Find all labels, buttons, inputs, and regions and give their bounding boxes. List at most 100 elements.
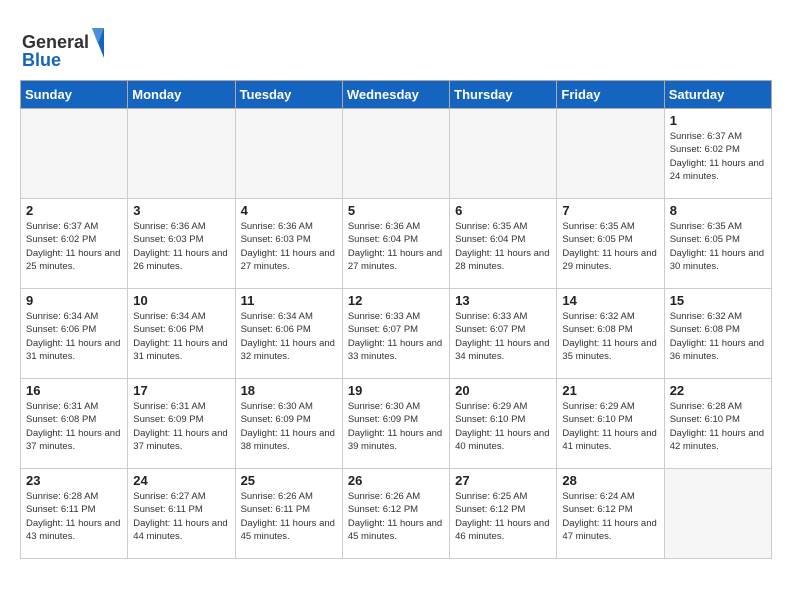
page-header: General Blue xyxy=(20,20,772,70)
calendar-cell: 2 Sunrise: 6:37 AM Sunset: 6:02 PM Daylig… xyxy=(21,199,128,289)
calendar-cell: 8 Sunrise: 6:35 AM Sunset: 6:05 PM Daylig… xyxy=(664,199,771,289)
day-info: Sunrise: 6:35 AM Sunset: 6:05 PM Dayligh… xyxy=(562,220,658,273)
day-number: 10 xyxy=(133,293,229,308)
day-info: Sunrise: 6:36 AM Sunset: 6:04 PM Dayligh… xyxy=(348,220,444,273)
day-number: 21 xyxy=(562,383,658,398)
weekday-header-thursday: Thursday xyxy=(450,81,557,109)
day-info: Sunrise: 6:28 AM Sunset: 6:11 PM Dayligh… xyxy=(26,490,122,543)
calendar-cell: 16Sunrise: 6:31 AM Sunset: 6:08 PM Dayli… xyxy=(21,379,128,469)
weekday-header-row: SundayMondayTuesdayWednesdayThursdayFrid… xyxy=(21,81,772,109)
day-number: 1 xyxy=(670,113,766,128)
calendar-cell xyxy=(557,109,664,199)
day-info: Sunrise: 6:35 AM Sunset: 6:05 PM Dayligh… xyxy=(670,220,766,273)
day-number: 2 xyxy=(26,203,122,218)
calendar-cell: 28 Sunrise: 6:24 AM Sunset: 6:12 PM Dayli… xyxy=(557,469,664,559)
day-info: Sunrise: 6:34 AM Sunset: 6:06 PM Dayligh… xyxy=(133,310,229,363)
calendar-table: SundayMondayTuesdayWednesdayThursdayFrid… xyxy=(20,80,772,559)
calendar-cell xyxy=(128,109,235,199)
day-info: Sunrise: 6:30 AM Sunset: 6:09 PM Dayligh… xyxy=(348,400,444,453)
calendar-cell: 17Sunrise: 6:31 AM Sunset: 6:09 PM Dayli… xyxy=(128,379,235,469)
day-number: 16 xyxy=(26,383,122,398)
day-number: 5 xyxy=(348,203,444,218)
calendar-week-1: 2 Sunrise: 6:37 AM Sunset: 6:02 PM Daylig… xyxy=(21,199,772,289)
calendar-cell xyxy=(21,109,128,199)
weekday-header-sunday: Sunday xyxy=(21,81,128,109)
calendar-week-4: 23 Sunrise: 6:28 AM Sunset: 6:11 PM Dayli… xyxy=(21,469,772,559)
day-number: 27 xyxy=(455,473,551,488)
calendar-cell: 11 Sunrise: 6:34 AM Sunset: 6:06 PM Dayli… xyxy=(235,289,342,379)
day-number: 28 xyxy=(562,473,658,488)
day-info: Sunrise: 6:35 AM Sunset: 6:04 PM Dayligh… xyxy=(455,220,551,273)
calendar-week-0: 1 Sunrise: 6:37 AM Sunset: 6:02 PM Daylig… xyxy=(21,109,772,199)
day-info: Sunrise: 6:31 AM Sunset: 6:09 PM Dayligh… xyxy=(133,400,229,453)
calendar-cell: 18 Sunrise: 6:30 AM Sunset: 6:09 PM Dayli… xyxy=(235,379,342,469)
day-number: 7 xyxy=(562,203,658,218)
calendar-cell: 27 Sunrise: 6:25 AM Sunset: 6:12 PM Dayli… xyxy=(450,469,557,559)
calendar-cell: 22Sunrise: 6:28 AM Sunset: 6:10 PM Dayli… xyxy=(664,379,771,469)
logo: General Blue xyxy=(20,20,110,70)
calendar-cell: 1 Sunrise: 6:37 AM Sunset: 6:02 PM Daylig… xyxy=(664,109,771,199)
day-number: 11 xyxy=(241,293,337,308)
day-info: Sunrise: 6:29 AM Sunset: 6:10 PM Dayligh… xyxy=(562,400,658,453)
day-number: 20 xyxy=(455,383,551,398)
weekday-header-saturday: Saturday xyxy=(664,81,771,109)
day-number: 23 xyxy=(26,473,122,488)
day-info: Sunrise: 6:34 AM Sunset: 6:06 PM Dayligh… xyxy=(26,310,122,363)
day-info: Sunrise: 6:29 AM Sunset: 6:10 PM Dayligh… xyxy=(455,400,551,453)
day-number: 19 xyxy=(348,383,444,398)
day-info: Sunrise: 6:37 AM Sunset: 6:02 PM Dayligh… xyxy=(26,220,122,273)
calendar-cell: 23 Sunrise: 6:28 AM Sunset: 6:11 PM Dayli… xyxy=(21,469,128,559)
day-info: Sunrise: 6:26 AM Sunset: 6:12 PM Dayligh… xyxy=(348,490,444,543)
day-info: Sunrise: 6:34 AM Sunset: 6:06 PM Dayligh… xyxy=(241,310,337,363)
day-info: Sunrise: 6:37 AM Sunset: 6:02 PM Dayligh… xyxy=(670,130,766,183)
day-number: 3 xyxy=(133,203,229,218)
calendar-cell: 3 Sunrise: 6:36 AM Sunset: 6:03 PM Daylig… xyxy=(128,199,235,289)
day-number: 13 xyxy=(455,293,551,308)
day-info: Sunrise: 6:33 AM Sunset: 6:07 PM Dayligh… xyxy=(348,310,444,363)
day-number: 9 xyxy=(26,293,122,308)
calendar-cell: 4Sunrise: 6:36 AM Sunset: 6:03 PM Daylig… xyxy=(235,199,342,289)
day-number: 15 xyxy=(670,293,766,308)
day-number: 8 xyxy=(670,203,766,218)
weekday-header-monday: Monday xyxy=(128,81,235,109)
day-number: 25 xyxy=(241,473,337,488)
weekday-header-friday: Friday xyxy=(557,81,664,109)
day-number: 12 xyxy=(348,293,444,308)
calendar-cell: 7 Sunrise: 6:35 AM Sunset: 6:05 PM Daylig… xyxy=(557,199,664,289)
svg-text:General: General xyxy=(22,32,89,52)
calendar-cell: 12 Sunrise: 6:33 AM Sunset: 6:07 PM Dayli… xyxy=(342,289,449,379)
calendar-cell: 9 Sunrise: 6:34 AM Sunset: 6:06 PM Daylig… xyxy=(21,289,128,379)
weekday-header-wednesday: Wednesday xyxy=(342,81,449,109)
day-number: 14 xyxy=(562,293,658,308)
calendar-cell: 20 Sunrise: 6:29 AM Sunset: 6:10 PM Dayli… xyxy=(450,379,557,469)
calendar-week-2: 9 Sunrise: 6:34 AM Sunset: 6:06 PM Daylig… xyxy=(21,289,772,379)
calendar-cell: 24Sunrise: 6:27 AM Sunset: 6:11 PM Dayli… xyxy=(128,469,235,559)
calendar-cell xyxy=(342,109,449,199)
calendar-cell: 6Sunrise: 6:35 AM Sunset: 6:04 PM Daylig… xyxy=(450,199,557,289)
day-info: Sunrise: 6:36 AM Sunset: 6:03 PM Dayligh… xyxy=(133,220,229,273)
day-info: Sunrise: 6:33 AM Sunset: 6:07 PM Dayligh… xyxy=(455,310,551,363)
calendar-week-3: 16Sunrise: 6:31 AM Sunset: 6:08 PM Dayli… xyxy=(21,379,772,469)
calendar-body: 1 Sunrise: 6:37 AM Sunset: 6:02 PM Daylig… xyxy=(21,109,772,559)
day-info: Sunrise: 6:32 AM Sunset: 6:08 PM Dayligh… xyxy=(562,310,658,363)
calendar-cell: 25Sunrise: 6:26 AM Sunset: 6:11 PM Dayli… xyxy=(235,469,342,559)
calendar-cell xyxy=(235,109,342,199)
calendar-cell: 19 Sunrise: 6:30 AM Sunset: 6:09 PM Dayli… xyxy=(342,379,449,469)
calendar-cell: 15 Sunrise: 6:32 AM Sunset: 6:08 PM Dayli… xyxy=(664,289,771,379)
day-info: Sunrise: 6:36 AM Sunset: 6:03 PM Dayligh… xyxy=(241,220,337,273)
calendar-cell xyxy=(450,109,557,199)
weekday-header-tuesday: Tuesday xyxy=(235,81,342,109)
logo-svg: General Blue xyxy=(20,20,110,70)
calendar-cell: 5 Sunrise: 6:36 AM Sunset: 6:04 PM Daylig… xyxy=(342,199,449,289)
calendar-cell: 21 Sunrise: 6:29 AM Sunset: 6:10 PM Dayli… xyxy=(557,379,664,469)
calendar-cell: 26Sunrise: 6:26 AM Sunset: 6:12 PM Dayli… xyxy=(342,469,449,559)
day-info: Sunrise: 6:27 AM Sunset: 6:11 PM Dayligh… xyxy=(133,490,229,543)
day-number: 22 xyxy=(670,383,766,398)
svg-text:Blue: Blue xyxy=(22,50,61,70)
day-info: Sunrise: 6:30 AM Sunset: 6:09 PM Dayligh… xyxy=(241,400,337,453)
day-number: 18 xyxy=(241,383,337,398)
day-info: Sunrise: 6:32 AM Sunset: 6:08 PM Dayligh… xyxy=(670,310,766,363)
calendar-header: SundayMondayTuesdayWednesdayThursdayFrid… xyxy=(21,81,772,109)
day-info: Sunrise: 6:24 AM Sunset: 6:12 PM Dayligh… xyxy=(562,490,658,543)
day-info: Sunrise: 6:25 AM Sunset: 6:12 PM Dayligh… xyxy=(455,490,551,543)
